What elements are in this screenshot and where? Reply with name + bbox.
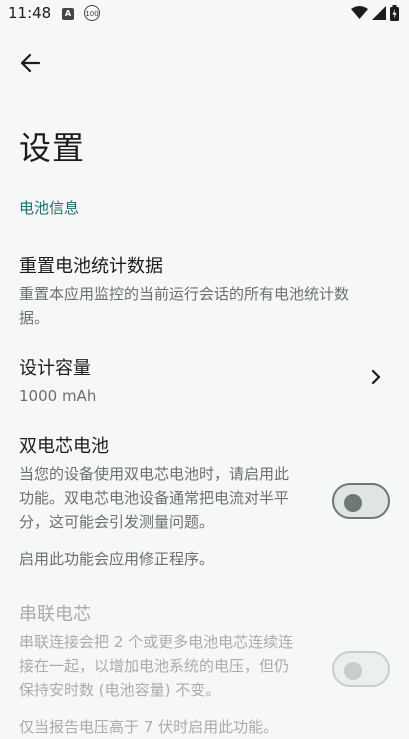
status-icons [351,5,399,21]
status-time: 11:48 [8,4,52,22]
pref-summary-line-3: 分，这可能会引发测量问题。 [19,513,215,531]
series-cells-note: 仅当报告电压高于 7 伏时启用此功能。 [19,718,279,736]
series-cells-toggle [332,651,390,687]
pref-summary-line-2: 接在一起，以增加电池系统的电压，但仍 [19,657,290,675]
signal-icon [372,6,386,20]
pref-design-capacity[interactable]: 设计容量 1000 mAh [19,354,389,408]
page-title: 设置 [19,129,86,167]
chevron-right-icon [371,369,381,385]
dual-cell-toggle[interactable] [332,483,390,519]
battery-icon [390,5,399,21]
pref-title: 双电芯电池 [19,436,109,457]
dual-cell-note: 启用此功能会应用修正程序。 [19,550,215,568]
pref-summary-line-2: 功能。双电芯电池设备通常把电流对半平 [19,489,290,507]
pref-series-cells: 串联电芯 串联连接会把 2 个或更多电池电芯连续连 接在一起，以增加电池系统的电… [19,600,319,702]
pref-summary-line-2: 据。 [19,309,50,327]
pref-summary-line-1: 重置本应用监控的当前运行会话的所有电池统计数 [19,285,350,303]
toggle-knob [344,662,362,680]
pref-capacity-value: 1000 mAh [19,387,97,405]
pref-reset-battery-stats[interactable]: 重置电池统计数据 重置本应用监控的当前运行会话的所有电池统计数 据。 [19,252,389,330]
notification-a-icon: A [62,8,74,20]
arrow-left-icon [20,53,41,73]
pref-summary-line-1: 串联连接会把 2 个或更多电池电芯连续连 [19,633,294,651]
section-header-battery-info: 电池信息 [19,199,80,217]
pref-dual-cell-battery[interactable]: 双电芯电池 当您的设备使用双电芯电池时，请启用此 功能。双电芯电池设备通常把电流… [19,432,319,534]
wifi-icon [351,6,368,19]
pref-title: 串联电芯 [19,604,91,625]
pref-summary-line-3: 保持安时数 (电池容量) 不变。 [19,681,221,699]
notification-100-icon: 100 [84,5,100,21]
status-bar: 11:48 A 100 [0,0,409,30]
toggle-knob [344,494,362,512]
pref-title: 设计容量 [19,358,91,379]
pref-title: 重置电池统计数据 [19,256,163,277]
back-button[interactable] [18,50,44,76]
pref-summary-line-1: 当您的设备使用双电芯电池时，请启用此 [19,465,290,483]
